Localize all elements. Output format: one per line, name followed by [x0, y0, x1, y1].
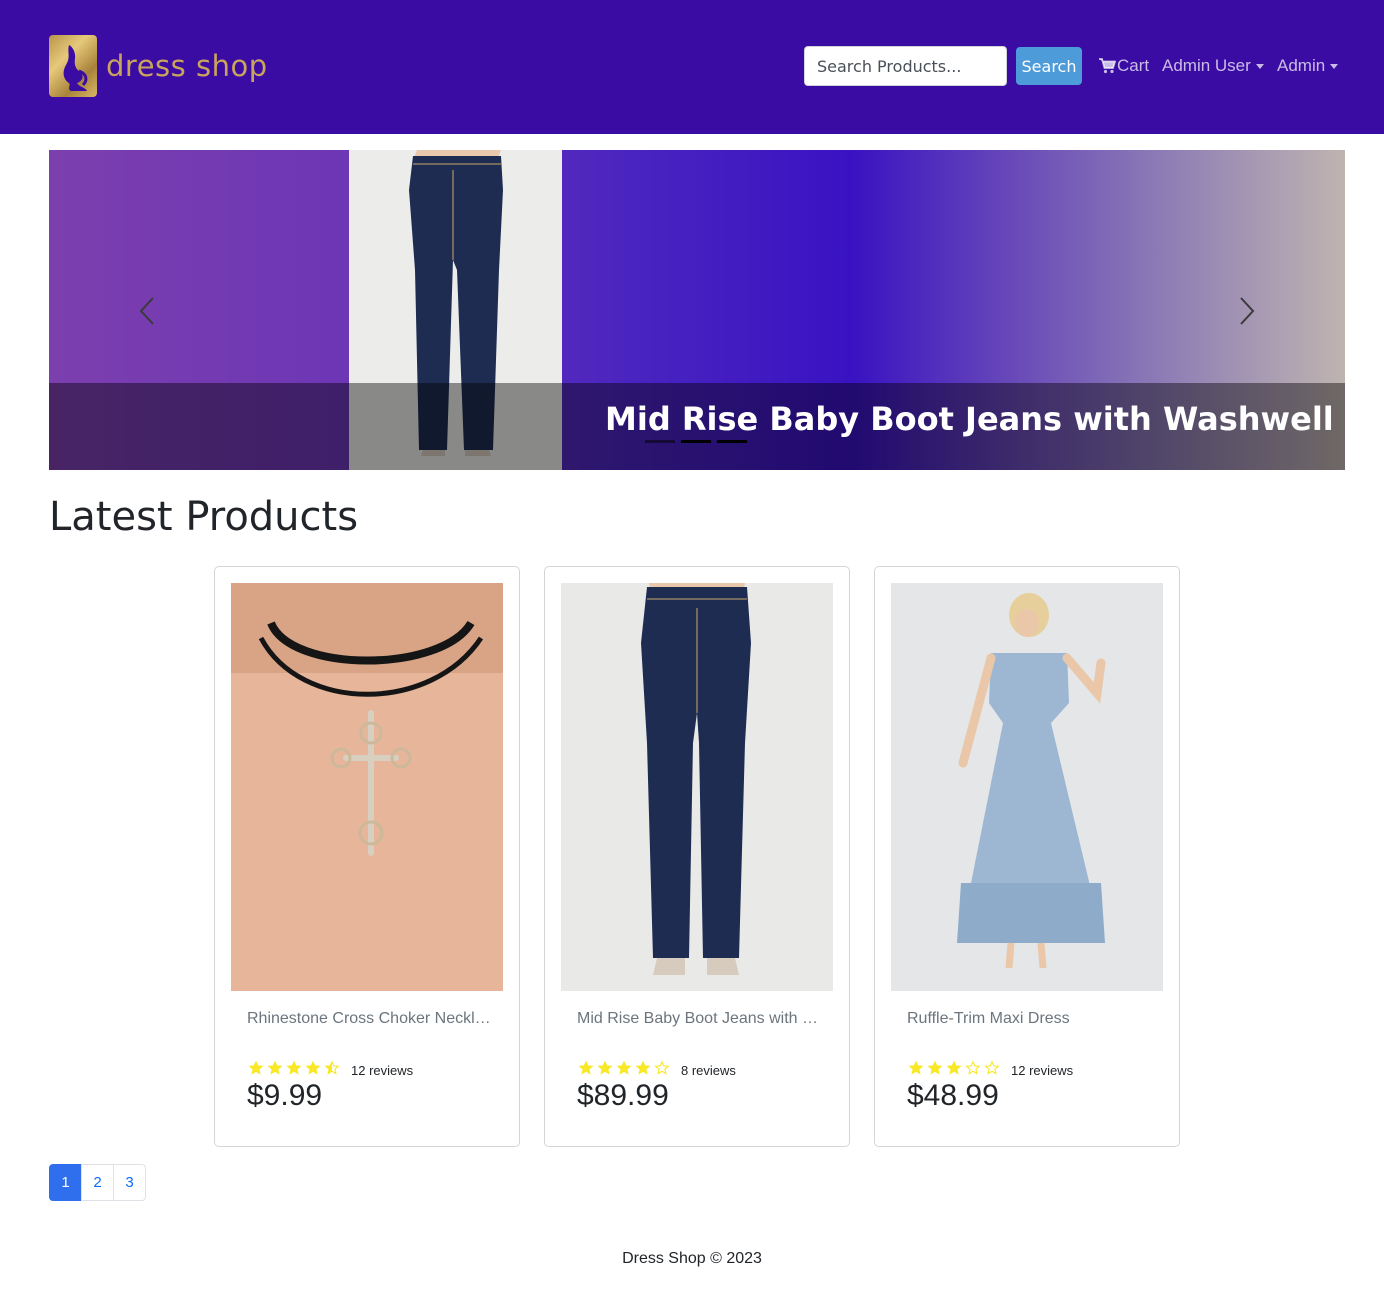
navbar: dress shop Search Cart Admin User Admin — [0, 0, 1384, 134]
product-title-link[interactable]: Rhinestone Cross Choker Necklace — [247, 1010, 491, 1028]
star-full-icon — [577, 1060, 595, 1080]
footer-copyright: Dress Shop © 2023 — [622, 1250, 762, 1267]
product-price: $48.99 — [907, 1079, 999, 1112]
chevron-down-icon — [1255, 63, 1264, 69]
product-image-link[interactable] — [891, 583, 1163, 991]
page-link-3[interactable]: 3 — [113, 1164, 146, 1201]
product-image — [231, 583, 503, 991]
product-image-link[interactable] — [561, 583, 833, 991]
star-empty-icon — [964, 1060, 982, 1080]
product-title-link[interactable]: Ruffle-Trim Maxi Dress — [907, 1010, 1151, 1028]
nav-admin-user-dropdown[interactable]: Admin User — [1162, 55, 1264, 77]
page-link-2[interactable]: 2 — [81, 1164, 114, 1201]
nav-admin-label: Admin — [1277, 56, 1326, 75]
product-image-link[interactable] — [231, 583, 503, 991]
carousel-prev-button[interactable] — [137, 295, 157, 327]
carousel-indicator[interactable] — [681, 440, 711, 443]
nav-admin-user-label: Admin User — [1162, 56, 1251, 75]
star-full-icon — [634, 1060, 652, 1080]
nav-cart-link[interactable]: Cart — [1099, 55, 1149, 77]
star-full-icon — [945, 1060, 963, 1080]
product-title-link[interactable]: Mid Rise Baby Boot Jeans with Washwell — [577, 1010, 821, 1028]
star-half-icon — [323, 1060, 341, 1080]
star-full-icon — [304, 1060, 322, 1080]
star-empty-icon — [653, 1060, 671, 1080]
review-count: 12 reviews — [351, 1062, 414, 1078]
star-full-icon — [247, 1060, 265, 1080]
brand-link[interactable]: dress shop — [49, 35, 268, 97]
product-rating: 12 reviews — [247, 1060, 413, 1080]
rating-stars — [247, 1060, 341, 1080]
carousel-indicator[interactable] — [645, 440, 675, 443]
chevron-down-icon — [1330, 63, 1339, 69]
product-image — [891, 583, 1163, 991]
product-price: $9.99 — [247, 1079, 323, 1112]
product-carousel[interactable]: Mid Rise Baby Boot Jeans with Washwell (… — [49, 150, 1345, 470]
page-link-1[interactable]: 1 — [49, 1164, 82, 1201]
star-full-icon — [926, 1060, 944, 1080]
chevron-left-icon — [139, 297, 154, 325]
carousel-caption[interactable]: Mid Rise Baby Boot Jeans with Washwell (… — [605, 400, 1345, 438]
product-rating: 12 reviews — [907, 1060, 1073, 1080]
carousel-indicators — [645, 440, 747, 443]
brand-logo-icon — [49, 35, 97, 97]
pagination: 1 2 3 — [49, 1164, 146, 1201]
star-full-icon — [615, 1060, 633, 1080]
cart-icon — [1099, 58, 1116, 74]
star-full-icon — [596, 1060, 614, 1080]
product-card: Rhinestone Cross Choker Necklace 12 revi… — [214, 566, 520, 1147]
carousel-indicator[interactable] — [717, 440, 747, 443]
star-empty-icon — [983, 1060, 1001, 1080]
star-full-icon — [266, 1060, 284, 1080]
star-full-icon — [285, 1060, 303, 1080]
product-image — [561, 583, 833, 991]
product-card: Mid Rise Baby Boot Jeans with Washwell 8… — [544, 566, 850, 1147]
brand-name: dress shop — [106, 49, 268, 83]
product-card: Ruffle-Trim Maxi Dress 12 reviews $48.99 — [874, 566, 1180, 1147]
rating-stars — [907, 1060, 1001, 1080]
review-count: 8 reviews — [681, 1062, 736, 1078]
search-button[interactable]: Search — [1016, 47, 1082, 85]
product-price: $89.99 — [577, 1079, 669, 1112]
product-rating: 8 reviews — [577, 1060, 736, 1080]
search-input[interactable] — [804, 46, 1007, 86]
review-count: 12 reviews — [1011, 1062, 1074, 1078]
section-title: Latest Products — [49, 494, 359, 540]
carousel-next-button[interactable] — [1237, 295, 1257, 327]
chevron-right-icon — [1240, 297, 1255, 325]
star-full-icon — [907, 1060, 925, 1080]
nav-cart-label: Cart — [1117, 56, 1150, 75]
nav-admin-dropdown[interactable]: Admin — [1277, 55, 1339, 77]
rating-stars — [577, 1060, 671, 1080]
